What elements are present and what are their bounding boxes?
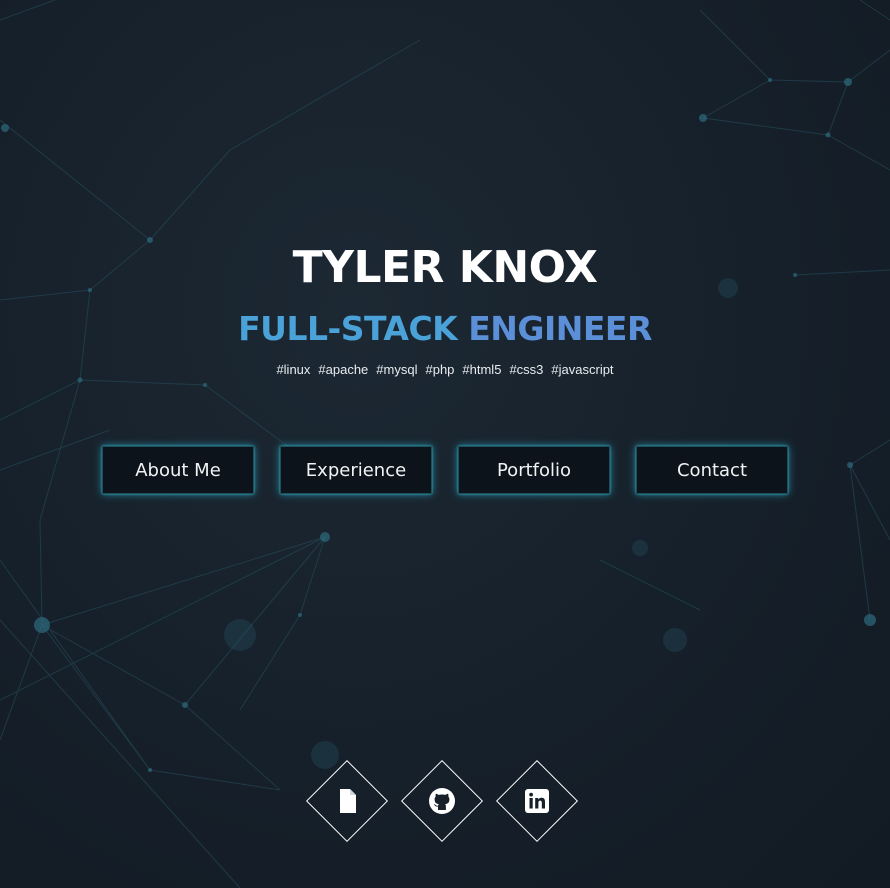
portfolio-button[interactable]: Portfolio	[458, 446, 610, 494]
about-me-button[interactable]: About Me	[102, 446, 254, 494]
tag-mysql: #mysql	[376, 362, 418, 377]
linkedin-link[interactable]	[495, 759, 579, 843]
tag-css3: #css3	[509, 362, 544, 377]
social-links	[0, 759, 890, 844]
document-icon	[340, 789, 356, 813]
network-background	[0, 0, 890, 888]
tag-javascript: #javascript	[551, 362, 614, 377]
role-part-1: FULL-STACK	[238, 309, 458, 348]
page: TYLER KNOX FULL-STACK ENGINEER #linux #a…	[0, 0, 890, 888]
tag-html5: #html5	[462, 362, 502, 377]
contact-button[interactable]: Contact	[636, 446, 788, 494]
resume-link[interactable]	[305, 759, 389, 843]
github-link[interactable]	[400, 759, 484, 843]
role-part-2: ENGINEER	[468, 309, 652, 348]
github-icon	[429, 788, 455, 814]
tag-apache: #apache	[318, 362, 369, 377]
tag-linux: #linux	[276, 362, 311, 377]
hero: TYLER KNOX FULL-STACK ENGINEER #linux #a…	[0, 238, 890, 380]
main-nav: About Me Experience Portfolio Contact	[102, 446, 788, 494]
tag-php: #php	[425, 362, 455, 377]
experience-button[interactable]: Experience	[280, 446, 432, 494]
name-heading: TYLER KNOX	[292, 242, 598, 293]
role-heading: FULL-STACK ENGINEER	[0, 302, 890, 356]
skill-tags: #linux #apache #mysql #php #html5 #css3 …	[0, 360, 890, 380]
linkedin-icon	[525, 789, 549, 813]
